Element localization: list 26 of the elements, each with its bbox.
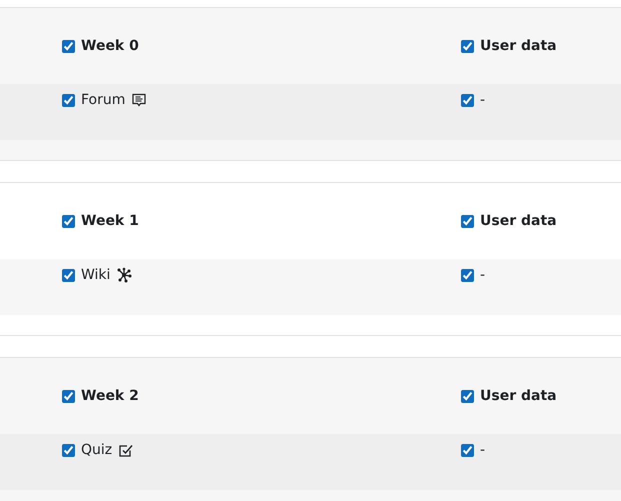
checkbox[interactable] bbox=[461, 214, 474, 228]
checkbox[interactable] bbox=[62, 40, 75, 52]
column-label: User data bbox=[480, 388, 557, 404]
column-label: User data bbox=[480, 38, 557, 54]
user-data-value: - bbox=[480, 442, 486, 458]
checkbox[interactable] bbox=[461, 268, 474, 282]
checkbox[interactable] bbox=[461, 40, 474, 52]
checkbox[interactable] bbox=[62, 214, 75, 228]
column-label: User data bbox=[480, 213, 557, 229]
activity-name: Wiki bbox=[81, 267, 110, 283]
section-title: Week 2 bbox=[81, 388, 139, 404]
checkbox[interactable] bbox=[62, 390, 75, 402]
activity-name: Quiz bbox=[81, 442, 112, 458]
user-data-value: - bbox=[480, 92, 486, 108]
checkbox[interactable] bbox=[62, 268, 75, 282]
checkbox[interactable] bbox=[461, 444, 474, 456]
section-title: Week 0 bbox=[81, 38, 139, 54]
checkbox[interactable] bbox=[62, 94, 75, 106]
network-icon bbox=[116, 267, 132, 283]
checkbox[interactable] bbox=[461, 94, 474, 106]
user-data-value: - bbox=[480, 267, 486, 283]
checkbox[interactable] bbox=[461, 390, 474, 402]
forum-icon bbox=[131, 92, 148, 108]
section-title: Week 1 bbox=[81, 213, 139, 229]
activity-name: Forum bbox=[81, 92, 126, 108]
checkbox[interactable] bbox=[62, 444, 75, 456]
